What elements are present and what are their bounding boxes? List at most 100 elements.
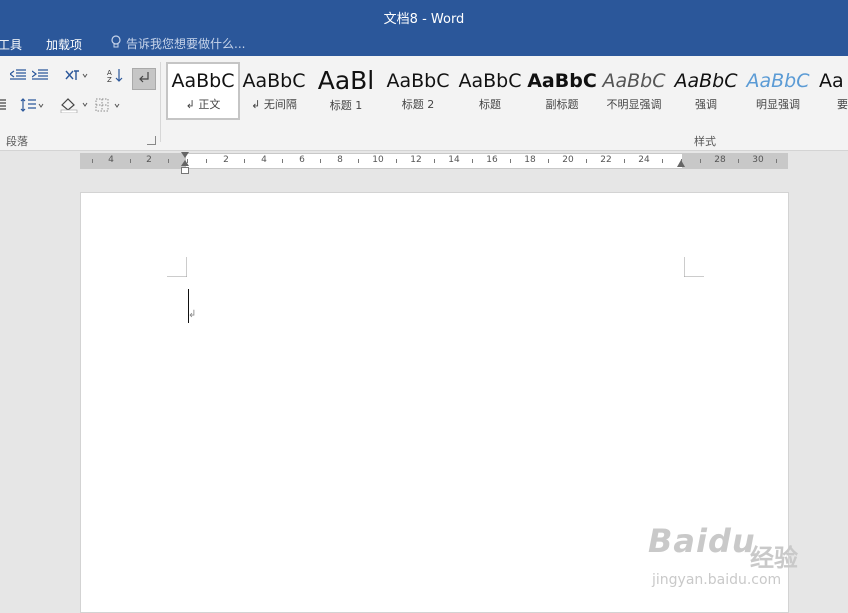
style-label: ↲ 无间隔 — [251, 98, 297, 111]
style-preview: AaBbC — [527, 70, 597, 92]
tell-me-box[interactable]: 告诉我您想要做什么... — [110, 35, 245, 52]
style-label: 标题 1 — [329, 99, 363, 112]
ruler-tick — [586, 159, 587, 163]
ruler-label: 16 — [486, 155, 498, 165]
decrease-indent-button[interactable] — [8, 68, 28, 86]
style-preview: Aa — [819, 70, 844, 92]
ruler-tick — [738, 159, 739, 163]
style-subtitle[interactable]: AaBbC 副标题 — [527, 64, 597, 118]
line-spacing-button[interactable] — [18, 98, 46, 116]
styles-gallery: AaBbC ↲ 正文 AaBbC ↲ 无间隔 AaBl 标题 1 AaBbC 标… — [165, 62, 848, 120]
style-subtle-emphasis[interactable]: AaBbC 不明显强调 — [599, 64, 669, 118]
ruler-label: 12 — [410, 155, 422, 165]
style-normal[interactable]: AaBbC ↲ 正文 — [166, 62, 240, 120]
watermark-url: jingyan.baidu.com — [652, 572, 782, 588]
style-label: 要 — [837, 98, 848, 111]
left-indent-marker[interactable] — [181, 167, 189, 174]
lightbulb-icon — [110, 35, 122, 52]
chinese-layout-icon — [64, 68, 88, 86]
style-preview: AaBbC — [171, 70, 235, 92]
ribbon-tabs: 工具 加载项 告诉我您想要做什么... — [0, 32, 848, 56]
ruler-tick — [662, 159, 663, 163]
ruler-label: 22 — [600, 155, 612, 165]
style-preview: AaBbC — [458, 70, 522, 92]
ruler-tick — [320, 159, 321, 163]
style-label: 标题 2 — [401, 98, 435, 111]
ruler-tick — [168, 159, 169, 163]
ruler-label: 20 — [562, 155, 574, 165]
right-indent-marker[interactable] — [677, 160, 685, 167]
sort-button[interactable]: AZ — [104, 68, 126, 86]
ruler-left-margin — [81, 154, 186, 168]
tab-addins[interactable]: 加载项 — [46, 36, 82, 53]
style-preview: AaBbC — [386, 70, 450, 92]
shading-button[interactable] — [58, 98, 90, 116]
ruler-tick — [700, 159, 701, 163]
increase-indent-icon — [31, 69, 48, 85]
style-heading-2[interactable]: AaBbC 标题 2 — [383, 64, 453, 118]
style-preview: AaBbC — [602, 70, 666, 92]
style-label: ↲ 正文 — [185, 98, 221, 111]
line-spacing-icon — [20, 98, 44, 116]
first-line-indent-marker[interactable] — [181, 152, 189, 158]
ruler-right-margin — [682, 154, 787, 168]
decrease-indent-icon — [9, 69, 26, 85]
paragraph-dialog-launcher[interactable] — [147, 136, 156, 145]
tell-me-placeholder: 告诉我您想要做什么... — [126, 37, 246, 51]
style-label: 标题 — [479, 98, 501, 111]
title-bar: 文档8 - Word — [0, 0, 848, 32]
ruler-label: 6 — [299, 155, 305, 165]
paragraph-mark: ↲ — [188, 309, 197, 320]
svg-text:Z: Z — [107, 76, 112, 83]
show-marks-button[interactable] — [132, 68, 156, 90]
ruler-label: 24 — [638, 155, 650, 165]
ruler-tick — [358, 159, 359, 163]
style-intense-emphasis[interactable]: AaBbC 明显强调 — [743, 64, 813, 118]
ruler-label: 2 — [146, 155, 152, 165]
borders-icon — [95, 98, 123, 116]
tab-tools-partial[interactable]: 工具 — [0, 36, 22, 53]
style-label: 不明显强调 — [606, 98, 662, 111]
style-heading-1[interactable]: AaBl 标题 1 — [311, 64, 381, 118]
ruler-label: 4 — [108, 155, 114, 165]
style-label: 强调 — [695, 98, 717, 111]
style-no-spacing[interactable]: AaBbC ↲ 无间隔 — [239, 64, 309, 118]
ruler-tick — [244, 159, 245, 163]
ruler-tick — [130, 159, 131, 163]
paragraph-group-label: 段落 — [6, 135, 28, 148]
chinese-layout-button[interactable] — [62, 68, 90, 86]
watermark-cn: 经验 — [750, 544, 798, 572]
ruler-tick — [282, 159, 283, 163]
style-preview: AaBl — [317, 66, 375, 95]
paragraph-mark-icon — [138, 71, 150, 87]
style-emphasis[interactable]: AaBbC 强调 — [671, 64, 741, 118]
justify-button-partial[interactable] — [0, 98, 8, 116]
style-preview: AaBbC — [746, 70, 810, 92]
ruler-tick — [510, 159, 511, 163]
style-title[interactable]: AaBbC 标题 — [455, 64, 525, 118]
borders-button[interactable] — [94, 98, 124, 116]
window-title: 文档8 - Word — [383, 12, 465, 27]
ruler-label: 10 — [372, 155, 384, 165]
ruler-tick — [624, 159, 625, 163]
increase-indent-button[interactable] — [30, 68, 50, 86]
ruler-tick — [776, 159, 777, 163]
style-preview: AaBbC — [674, 70, 738, 92]
ruler-label: 14 — [448, 155, 460, 165]
watermark-brand: Baidu — [648, 522, 756, 560]
ruler-tick — [548, 159, 549, 163]
style-strong-partial[interactable]: Aa 要 — [815, 64, 848, 118]
hanging-indent-marker[interactable] — [181, 160, 189, 166]
ruler-label: 30 — [752, 155, 764, 165]
group-divider — [160, 62, 161, 142]
ruler-label: 28 — [714, 155, 726, 165]
crop-mark-top-left — [167, 257, 187, 277]
style-label: 明显强调 — [756, 98, 800, 111]
crop-mark-top-right — [684, 257, 704, 277]
ruler-tick — [434, 159, 435, 163]
style-label: 副标题 — [545, 98, 579, 111]
ruler-label: 8 — [337, 155, 343, 165]
ruler-label: 18 — [524, 155, 536, 165]
ruler-label: 4 — [261, 155, 267, 165]
ruler-label: 2 — [223, 155, 229, 165]
